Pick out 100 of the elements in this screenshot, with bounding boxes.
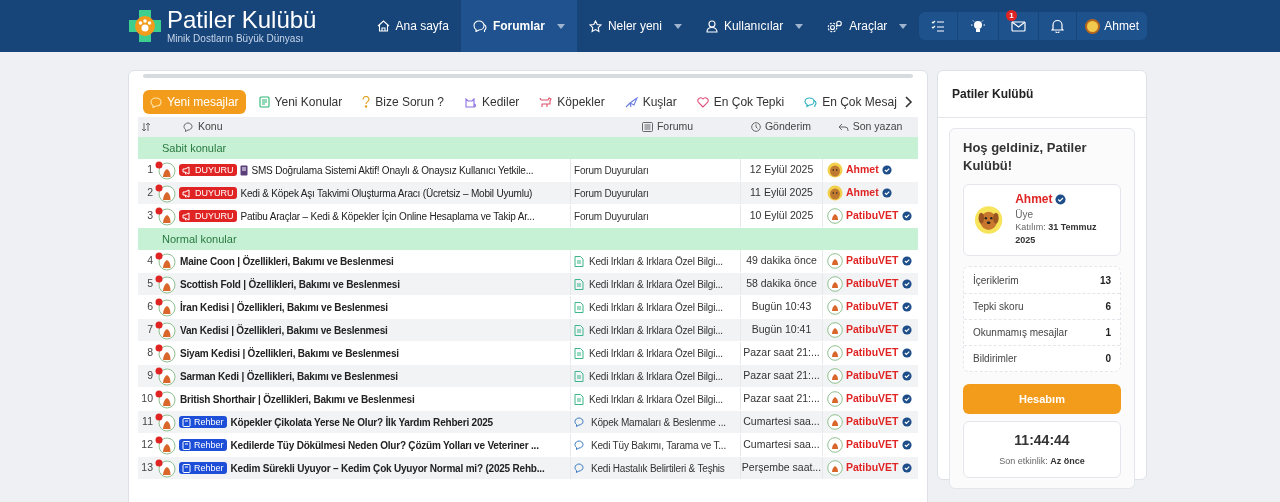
nav-tab[interactable]: Neler yeni [576, 0, 694, 52]
topic-avatar-icon[interactable] [154, 389, 176, 409]
author-link[interactable]: Ahmet [846, 185, 879, 201]
forum-link[interactable]: Kedi Irkları & Irklara Özel Bilgi... [589, 253, 723, 269]
filter-tab[interactable]: Köpekler [532, 90, 612, 114]
author-link[interactable]: PatibuVET [846, 437, 899, 453]
forum-link[interactable]: Köpek Mamaları & Beslenme ... [591, 414, 726, 430]
forum-link[interactable]: Forum Duyuruları [574, 208, 649, 224]
author-avatar-icon[interactable] [827, 208, 843, 224]
topic-title-link[interactable]: Scottish Fold | Özellikleri, Bakımı ve Beslenmesi [180, 276, 400, 292]
topic-title-link[interactable]: İran Kedisi | Özellikleri, Bakımı ve Beslenmesi [180, 299, 388, 315]
forum-link[interactable]: Kedi Irkları & Irklara Özel Bilgi... [589, 276, 723, 292]
filter-tab[interactable]: Bize Sorun ? [355, 90, 451, 114]
author-link[interactable]: PatibuVET [846, 322, 899, 338]
heart-icon [696, 96, 709, 108]
forum-link[interactable]: Forum Duyuruları [574, 185, 649, 201]
column-header[interactable]: Konu [183, 119, 223, 135]
topic-avatar-icon[interactable] [154, 458, 176, 478]
topic-title-link[interactable]: Patibu Araçlar – Kedi & Köpekler İçin Online Hesaplama ve Takip Ar... [240, 208, 535, 224]
forum-link[interactable]: Kedi Irkları & Irklara Özel Bilgi... [589, 345, 723, 361]
topic-title-link[interactable]: Siyam Kedisi | Özellikleri, Bakımı ve Beslenmesi [180, 345, 399, 361]
mail-button[interactable]: 1 [998, 12, 1039, 40]
topic-avatar-icon[interactable] [154, 206, 176, 226]
message-count-badge: 1 [1006, 10, 1017, 21]
filter-tab[interactable]: Kuşlar [617, 90, 684, 114]
topic-avatar-icon[interactable] [154, 435, 176, 455]
topic-prefix-label: DUYURU [179, 187, 237, 199]
forum-link[interactable]: Kedi Tüy Bakımı, Tarama ve T... [591, 437, 726, 453]
forum-link[interactable]: Kedi Irkları & Irklara Özel Bilgi... [589, 299, 723, 315]
group-heading: Normal konular [138, 228, 918, 250]
forum-link[interactable]: Kedi Irkları & Irklara Özel Bilgi... [589, 391, 723, 407]
column-header[interactable]: Gönderim [740, 119, 822, 135]
filter-tab[interactable]: En Çok Tepki [689, 90, 792, 114]
author-avatar-icon[interactable] [827, 414, 843, 430]
topic-title-link[interactable]: Van Kedisi | Özellikleri, Bakımı ve Beslenmesi [180, 322, 388, 338]
author-avatar-icon[interactable] [827, 368, 843, 384]
filter-tab[interactable]: En Çok Mesaj [797, 90, 903, 114]
topic-title-link[interactable]: Maine Coon | Özellikleri, Bakımı ve Beslenmesi [180, 253, 394, 269]
author-link[interactable]: PatibuVET [846, 299, 899, 315]
forum-link[interactable]: Kedi Irkları & Irklara Özel Bilgi... [589, 368, 723, 384]
user-menu[interactable]: Ahmet [1076, 12, 1147, 40]
stat-label: Bildirimler [973, 352, 1017, 366]
filter-tab[interactable]: Yeni Konular [251, 90, 350, 114]
group-heading: Sabit konular [138, 137, 918, 159]
topic-title-link[interactable]: Kedi & Köpek Aşı Takvimi Oluşturma Aracı (Ücretsiz – Mobil Uyumlu) [240, 185, 533, 201]
topic-avatar-icon[interactable] [154, 366, 176, 386]
profile-username[interactable]: Ahmet [1015, 193, 1053, 206]
author-avatar-icon[interactable] [827, 299, 843, 315]
author-link[interactable]: PatibuVET [846, 391, 899, 407]
forum-link[interactable]: Kedi Hastalık Belirtileri & Teşhis [591, 460, 725, 476]
topic-title-link[interactable]: SMS Doğrulama Sistemi Aktif! Onaylı & Onaysız Kullanıcı Yetkile... [251, 162, 534, 178]
author-avatar-icon[interactable] [827, 437, 843, 453]
topic-title-link[interactable]: Kedilerde Tüy Dökülmesi Neden Olur? Çözüm Yolları ve Veteriner ... [230, 437, 539, 453]
verified-badge-icon [901, 325, 912, 335]
author-avatar-icon[interactable] [827, 185, 843, 201]
topic-avatar-icon[interactable] [154, 274, 176, 294]
topic-title-link[interactable]: Köpekler Çikolata Yerse Ne Olur? İlk Yardım Rehberi 2025 [230, 414, 493, 430]
nav-tab[interactable]: Ana sayfa [364, 0, 461, 52]
topic-avatar-icon[interactable] [154, 251, 176, 271]
author-link[interactable]: PatibuVET [846, 208, 899, 224]
reply-icon [837, 122, 849, 132]
author-avatar-icon[interactable] [827, 276, 843, 292]
nav-tab[interactable]: Araçlar [815, 0, 920, 52]
topic-title-link[interactable]: Kedim Sürekli Uyuyor – Kedim Çok Uyuyor Normal mi? (2025 Rehb... [230, 460, 545, 476]
topic-title-link[interactable]: British Shorthair | Özellikleri, Bakımı ve Beslenmesi [180, 391, 415, 407]
topic-title-link[interactable]: Sarman Kedi | Özellikleri, Bakımı ve Beslenmesi [180, 368, 398, 384]
column-header[interactable]: Forumu [570, 119, 740, 135]
author-avatar-icon[interactable] [827, 322, 843, 338]
verified-badge-icon [881, 165, 892, 175]
topic-avatar-icon[interactable] [154, 183, 176, 203]
filter-tab[interactable]: Kediler [456, 90, 527, 114]
sort-icon[interactable] [141, 122, 151, 132]
topic-avatar-icon[interactable] [154, 412, 176, 432]
author-link[interactable]: PatibuVET [846, 414, 899, 430]
forum-link[interactable]: Kedi Irkları & Irklara Özel Bilgi... [589, 322, 723, 338]
stat-label: İçeriklerim [973, 273, 1019, 288]
author-avatar-icon[interactable] [827, 460, 843, 476]
topic-avatar-icon[interactable] [154, 320, 176, 340]
post-date: Pazar saat 21:... [740, 365, 822, 387]
topic-avatar-icon[interactable] [154, 297, 176, 317]
author-link[interactable]: PatibuVET [846, 345, 899, 361]
nav-tab[interactable]: Forumlar [460, 0, 577, 52]
site-title[interactable]: Patiler Kulübü [167, 8, 317, 32]
author-link[interactable]: Ahmet [846, 162, 879, 178]
author-link[interactable]: PatibuVET [846, 276, 899, 292]
topic-avatar-icon[interactable] [154, 160, 176, 180]
author-avatar-icon[interactable] [827, 162, 843, 178]
mail-icon [1011, 20, 1027, 32]
forum-link[interactable]: Forum Duyuruları [574, 162, 649, 178]
row-number: 10 [140, 391, 153, 407]
column-header[interactable]: Son yazan [822, 119, 918, 135]
author-avatar-icon[interactable] [827, 253, 843, 269]
author-link[interactable]: PatibuVET [846, 253, 899, 269]
topic-avatar-icon[interactable] [154, 343, 176, 363]
chat-bubbles-icon [472, 20, 487, 32]
nav-tab[interactable]: Kullanıcılar [693, 0, 816, 52]
author-avatar-icon[interactable] [827, 391, 843, 407]
author-link[interactable]: PatibuVET [846, 368, 899, 384]
author-link[interactable]: PatibuVET [846, 460, 899, 476]
author-avatar-icon[interactable] [827, 345, 843, 361]
